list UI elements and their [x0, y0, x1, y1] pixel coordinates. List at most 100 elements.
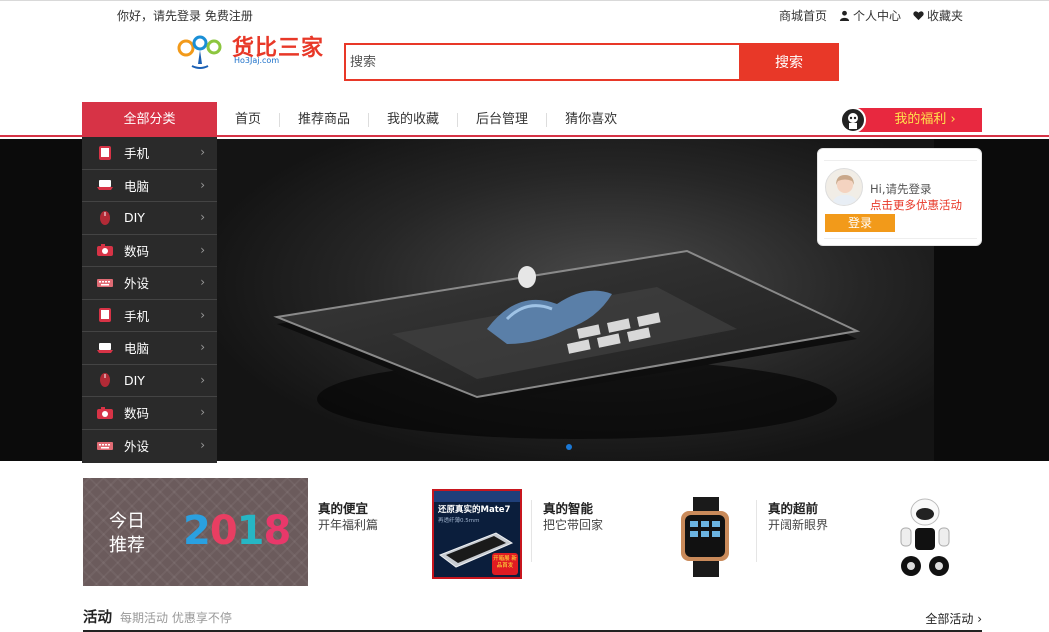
- user-center-link[interactable]: 个人中心: [839, 7, 901, 24]
- keyboard-icon: [96, 275, 114, 291]
- main-nav: 全部分类 首页 推荐商品 我的收藏 后台管理 猜你喜欢 我的福利 ›: [0, 102, 1049, 137]
- welfare-label: 我的福利 ›: [854, 108, 982, 132]
- search-box: [344, 43, 741, 81]
- sidebar-item-phone[interactable]: 手机 ›: [82, 300, 217, 332]
- nav-item-favorites[interactable]: 我的收藏: [369, 112, 459, 127]
- promo-link[interactable]: 点击更多优惠活动: [870, 197, 962, 213]
- login-link[interactable]: 你好，请先登录: [117, 9, 201, 23]
- laptop-icon: [96, 340, 114, 356]
- camera-icon: [96, 405, 114, 421]
- top-links: 商城首页 个人中心 收藏夹: [779, 7, 963, 24]
- divider: [531, 500, 532, 562]
- chevron-right-icon: ›: [200, 307, 205, 322]
- greeting: 你好，请先登录 免费注册: [117, 7, 253, 24]
- sidebar-item-peripheral[interactable]: 外设 ›: [82, 267, 217, 300]
- sidebar-item-phone[interactable]: 手机 ›: [82, 137, 217, 170]
- login-button[interactable]: 登录: [825, 214, 895, 232]
- promo-year: 2018: [183, 508, 291, 554]
- favorites-link[interactable]: 收藏夹: [913, 7, 963, 24]
- category-sidebar: 手机 › 电脑 › DIY › 数码 › 外设 › 手机 › 电脑 › DIY …: [82, 137, 217, 463]
- heart-icon: [913, 11, 924, 21]
- logo-subtext: Ho3Jaj.com: [234, 56, 280, 65]
- sidebar-item-label: 手机: [124, 146, 150, 162]
- sidebar-item-peripheral[interactable]: 外设 ›: [82, 430, 217, 463]
- all-activities-link[interactable]: 全部活动 ›: [925, 610, 982, 627]
- mouse-icon: [96, 372, 114, 388]
- sidebar-item-digital[interactable]: 数码 ›: [82, 397, 217, 430]
- avatar: [825, 168, 863, 206]
- logo-mark-icon: [177, 35, 222, 69]
- activity-subtitle: 每期活动 优惠享不停: [120, 611, 232, 625]
- product-title: 真的智能: [543, 501, 594, 516]
- divider: [824, 238, 977, 239]
- sidebar-item-computer[interactable]: 电脑 ›: [82, 332, 217, 365]
- all-categories-button[interactable]: 全部分类: [82, 102, 217, 137]
- chevron-right-icon: ›: [200, 437, 205, 452]
- mate7-image[interactable]: 还原真实的Mate7 再透纤薄0.5mm 开箱展 新品首发: [432, 489, 522, 579]
- product-title: 真的超前: [768, 501, 819, 516]
- nav-item-recommended[interactable]: 推荐商品: [280, 112, 370, 127]
- mate7-badge: 开箱展 新品首发: [492, 553, 518, 575]
- nav-menu: 首页 推荐商品 我的收藏 后台管理 猜你喜欢: [217, 102, 635, 137]
- user-center-label: 个人中心: [852, 9, 901, 23]
- search-button[interactable]: 搜索: [739, 43, 839, 81]
- sidebar-item-label: DIY: [124, 372, 145, 388]
- camera-icon: [96, 242, 114, 258]
- chevron-right-icon: ›: [200, 340, 205, 354]
- sidebar-item-label: DIY: [124, 210, 145, 226]
- nav-item-home[interactable]: 首页: [217, 112, 281, 127]
- sidebar-item-label: 电脑: [124, 341, 150, 357]
- divider: [756, 500, 757, 562]
- sidebar-item-label: 数码: [124, 406, 150, 422]
- mall-home-link[interactable]: 商城首页: [779, 7, 827, 24]
- product-card[interactable]: 真的超前 开阔新眼界: [768, 495, 988, 585]
- my-welfare-button[interactable]: 我的福利 ›: [840, 107, 982, 133]
- favorites-label: 收藏夹: [926, 9, 963, 23]
- mate7-title: 还原真实的Mate7: [438, 505, 511, 515]
- product-subtitle: 把它带回家: [543, 518, 604, 532]
- search-input[interactable]: [346, 45, 739, 79]
- product-subtitle: 开年福利篇: [318, 518, 379, 532]
- sidebar-item-label: 手机: [124, 308, 150, 324]
- chevron-right-icon: ›: [200, 145, 205, 159]
- sidebar-item-diy[interactable]: DIY ›: [82, 365, 217, 397]
- product-subtitle: 开阔新眼界: [768, 518, 829, 532]
- user-avatar-icon: [832, 175, 858, 205]
- sidebar-item-computer[interactable]: 电脑 ›: [82, 170, 217, 202]
- sidebar-item-label: 数码: [124, 243, 150, 259]
- tablet-icon: [96, 145, 114, 161]
- chevron-right-icon: ›: [200, 242, 205, 257]
- robot-image[interactable]: [895, 494, 955, 580]
- mouse-icon: [96, 210, 114, 226]
- user-icon: [839, 10, 850, 21]
- smartwatch-image[interactable]: [673, 497, 743, 577]
- site-logo[interactable]: 货比三家 Ho3Jaj.com: [176, 30, 326, 72]
- divider: [824, 160, 977, 161]
- mascot-icon: [848, 113, 858, 129]
- sidebar-item-digital[interactable]: 数码 ›: [82, 235, 217, 267]
- welfare-avatar: [840, 107, 866, 133]
- nav-item-admin[interactable]: 后台管理: [458, 112, 548, 127]
- top-bar: 你好，请先登录 免费注册 商城首页 个人中心 收藏夹: [0, 1, 1049, 29]
- chevron-right-icon: ›: [200, 372, 205, 387]
- carousel-dot[interactable]: [566, 444, 572, 450]
- tablet-icon: [96, 307, 114, 323]
- login-card: Hi,请先登录 点击更多优惠活动 登录: [817, 148, 982, 246]
- activity-title: 活动: [83, 610, 112, 626]
- promo-year-text: 2018: [183, 508, 291, 554]
- keyboard-icon: [96, 438, 114, 454]
- chevron-right-icon: ›: [200, 210, 205, 224]
- mate7-header: [434, 491, 520, 502]
- nav-item-guess[interactable]: 猜你喜欢: [547, 112, 635, 127]
- login-prompt: Hi,请先登录: [870, 182, 932, 196]
- today-recommend-banner[interactable]: 今日推荐 2018: [83, 478, 308, 586]
- mall-home-label: 商城首页: [778, 9, 827, 23]
- laptop-icon: [96, 177, 114, 193]
- sidebar-item-label: 电脑: [124, 178, 150, 194]
- chevron-right-icon: ›: [200, 405, 205, 419]
- register-link[interactable]: 免费注册: [205, 9, 253, 23]
- chevron-right-icon: ›: [200, 275, 205, 289]
- promo-title: 今日推荐: [109, 511, 145, 556]
- chevron-right-icon: ›: [200, 177, 205, 192]
- sidebar-item-diy[interactable]: DIY ›: [82, 202, 217, 235]
